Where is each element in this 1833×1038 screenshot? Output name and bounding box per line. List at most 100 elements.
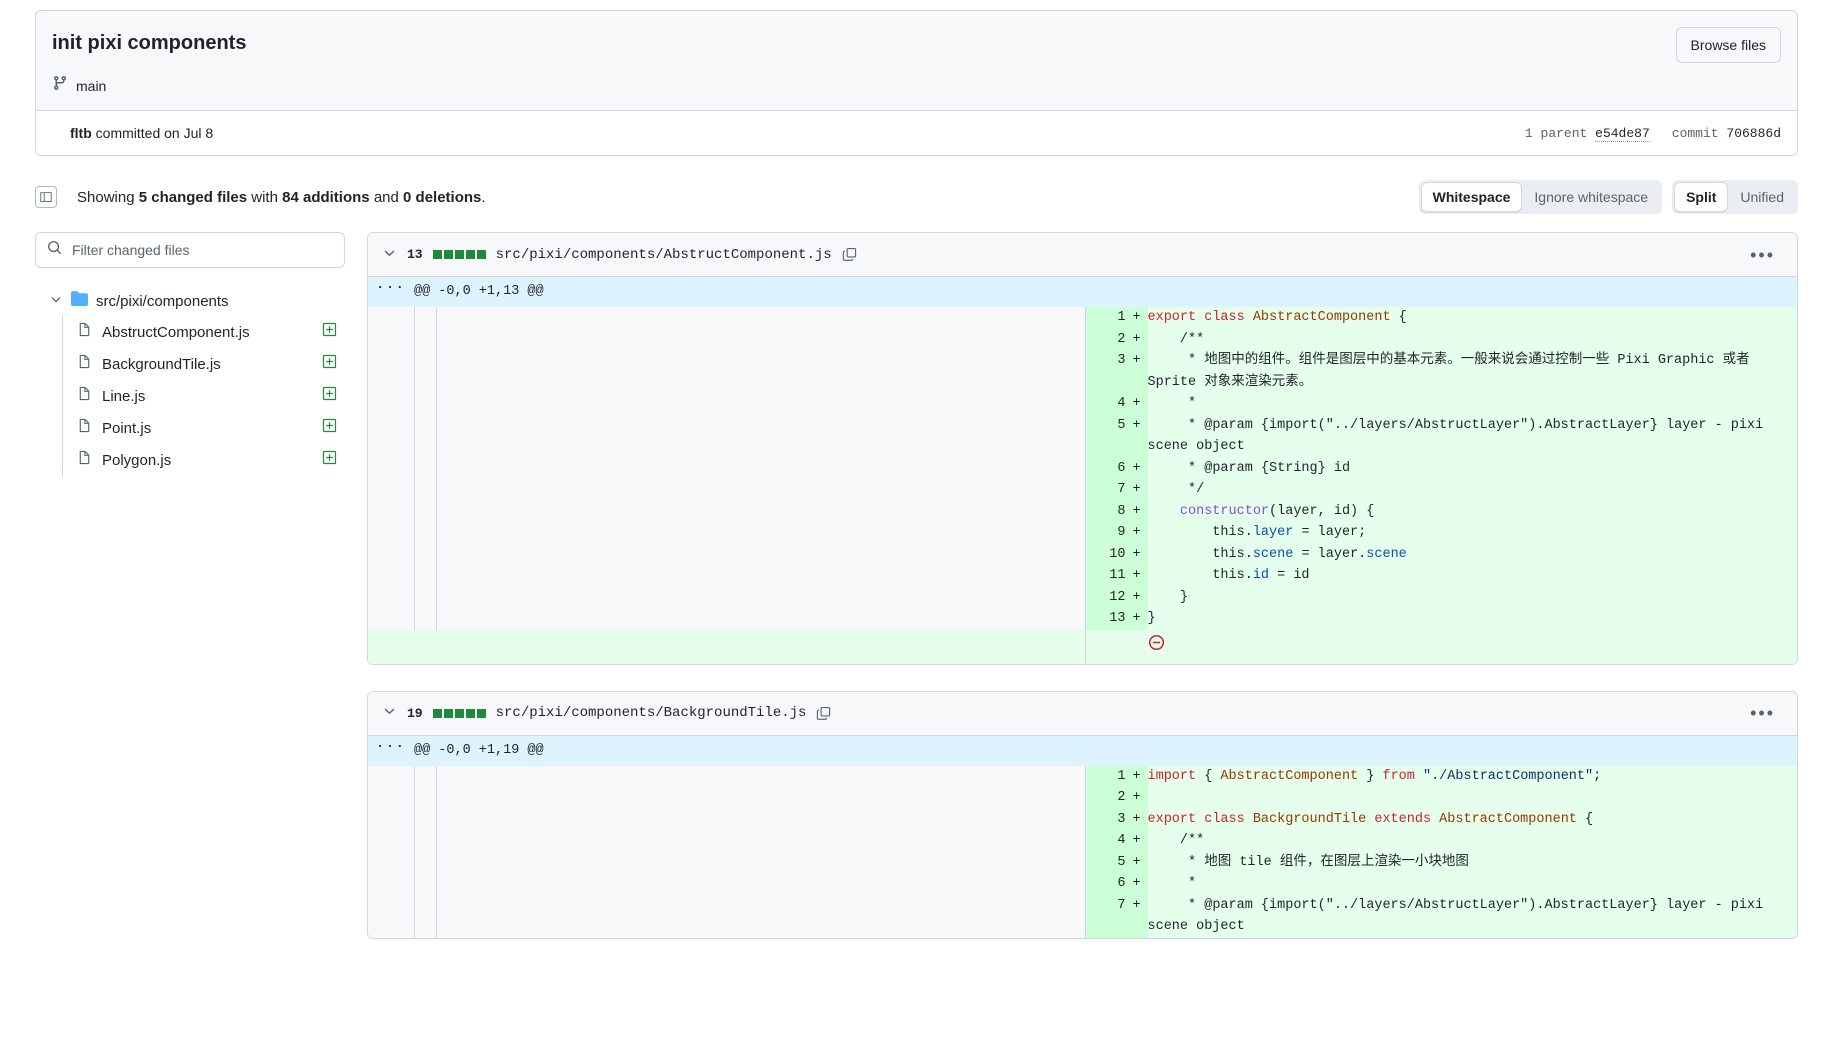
tab-unified[interactable]: Unified bbox=[1728, 182, 1796, 212]
left-pane-blank bbox=[436, 414, 1086, 458]
left-pane-blank bbox=[368, 830, 415, 852]
commit-hash[interactable]: 706886d bbox=[1726, 126, 1781, 141]
copy-icon[interactable] bbox=[816, 706, 831, 721]
diff-table: ... @@ -0,0 +1,19 @@ 1 + import { Abstra… bbox=[368, 735, 1797, 938]
left-pane-blank bbox=[436, 500, 1086, 522]
diff-body: src/pixi/components AbstructComponent.js bbox=[35, 232, 1798, 965]
branch-name[interactable]: main bbox=[76, 78, 106, 94]
line-code[interactable]: * 地图 tile 组件，在图层上渲染一小块地图 bbox=[1147, 851, 1797, 873]
line-number: 1 bbox=[1085, 765, 1126, 787]
and-text: and bbox=[373, 188, 399, 206]
chevron-down-icon[interactable] bbox=[49, 292, 63, 311]
line-code[interactable]: export class BackgroundTile extends Abst… bbox=[1147, 808, 1797, 830]
kebab-menu-icon[interactable]: ••• bbox=[1742, 704, 1783, 722]
hunk-range: @@ -0,0 +1,13 @@ bbox=[414, 277, 1797, 307]
filter-changed-files-box[interactable] bbox=[35, 232, 345, 268]
tree-file-polygon[interactable]: Polygon.js bbox=[63, 444, 345, 476]
diff-file-path: src/pixi/components/AbstructComponent.js bbox=[495, 246, 832, 263]
left-pane-blank bbox=[368, 894, 415, 938]
left-pane-blank bbox=[368, 393, 415, 415]
left-pane-blank bbox=[436, 851, 1086, 873]
line-code[interactable]: constructor(layer, id) { bbox=[1147, 500, 1797, 522]
line-code[interactable]: this.scene = layer.scene bbox=[1147, 543, 1797, 565]
line-sign: + bbox=[1125, 479, 1148, 501]
left-pane-blank bbox=[436, 307, 1086, 329]
left-pane-blank bbox=[414, 328, 437, 350]
left-pane-blank bbox=[368, 565, 415, 587]
chevron-down-icon[interactable] bbox=[382, 703, 397, 723]
period: . bbox=[481, 188, 486, 206]
view-segmented-control: Split Unified bbox=[1672, 180, 1798, 214]
line-number: 10 bbox=[1085, 543, 1126, 565]
diff-file-abstructcomponent: 13 src/pixi/components/AbstructComponent… bbox=[367, 232, 1798, 665]
diff-row: 12 + } bbox=[368, 586, 1797, 608]
tree-file-backgroundtile[interactable]: BackgroundTile.js bbox=[63, 348, 345, 380]
line-code[interactable]: * @param {import("../layers/AbstructLaye… bbox=[1147, 894, 1797, 938]
chevron-down-icon[interactable] bbox=[382, 245, 397, 265]
whitespace-segmented-control: Whitespace Ignore whitespace bbox=[1418, 180, 1663, 214]
left-pane-blank bbox=[436, 522, 1086, 544]
line-number: 3 bbox=[1085, 350, 1126, 393]
line-code[interactable]: * @param {String} id bbox=[1147, 457, 1797, 479]
tree-file-point[interactable]: Point.js bbox=[63, 412, 345, 444]
left-pane-blank bbox=[436, 894, 1086, 938]
diff-file-header: 19 src/pixi/components/BackgroundTile.js… bbox=[368, 691, 1797, 736]
line-code[interactable]: */ bbox=[1147, 479, 1797, 501]
line-number: 11 bbox=[1085, 565, 1126, 587]
line-code[interactable]: * bbox=[1147, 393, 1797, 415]
line-number: 1 bbox=[1085, 307, 1126, 329]
diff-row: 13 + } bbox=[368, 608, 1797, 630]
line-code[interactable] bbox=[1147, 787, 1797, 809]
line-code[interactable]: import { AbstractComponent } from "./Abs… bbox=[1147, 765, 1797, 787]
diff-change-count: 13 bbox=[407, 247, 423, 262]
left-pane-blank bbox=[414, 414, 437, 458]
file-icon bbox=[77, 450, 92, 470]
hunk-expander[interactable]: ... bbox=[368, 735, 414, 766]
hunk-expander[interactable]: ... bbox=[368, 277, 414, 307]
tree-file-line[interactable]: Line.js bbox=[63, 380, 345, 412]
copy-icon[interactable] bbox=[842, 247, 857, 262]
left-pane-blank bbox=[414, 586, 437, 608]
line-code[interactable]: * @param {import("../layers/AbstructLaye… bbox=[1147, 414, 1797, 458]
line-code[interactable]: * bbox=[1147, 873, 1797, 895]
changed-files-count: 5 changed files bbox=[138, 188, 248, 206]
tree-file-abstructcomponent[interactable]: AbstructComponent.js bbox=[63, 316, 345, 348]
sidebar-toggle-icon[interactable] bbox=[35, 186, 57, 208]
line-code[interactable]: /** bbox=[1147, 830, 1797, 852]
diffstat-bar bbox=[432, 250, 486, 259]
left-pane-blank bbox=[414, 787, 437, 809]
left-pane-blank bbox=[436, 350, 1086, 393]
commit-author[interactable]: fltb bbox=[70, 125, 92, 141]
tree-file-name: AbstructComponent.js bbox=[102, 323, 250, 341]
showing-prefix: Showing bbox=[77, 188, 135, 206]
diff-row: 7 + * @param {import("../layers/Abstruct… bbox=[368, 894, 1797, 938]
line-code[interactable]: } bbox=[1147, 586, 1797, 608]
line-number: 5 bbox=[1085, 414, 1126, 458]
line-code[interactable]: this.layer = layer; bbox=[1147, 522, 1797, 544]
diff-change-count: 19 bbox=[407, 705, 423, 721]
line-sign: + bbox=[1125, 873, 1148, 895]
kebab-menu-icon[interactable]: ••• bbox=[1742, 246, 1783, 264]
line-code[interactable]: export class AbstractComponent { bbox=[1147, 307, 1797, 329]
tree-folder-row[interactable]: src/pixi/components bbox=[35, 286, 345, 316]
diff-row: 7 + */ bbox=[368, 479, 1797, 501]
browse-files-button[interactable]: Browse files bbox=[1675, 27, 1781, 63]
tab-whitespace[interactable]: Whitespace bbox=[1420, 182, 1523, 212]
line-code[interactable]: this.id = id bbox=[1147, 565, 1797, 587]
added-badge-icon bbox=[322, 386, 337, 406]
tab-ignore-whitespace[interactable]: Ignore whitespace bbox=[1522, 182, 1660, 212]
line-code[interactable]: * 地图中的组件。组件是图层中的基本元素。一般来说会通过控制一些 Pixi Gr… bbox=[1147, 350, 1797, 393]
left-pane-blank bbox=[414, 765, 437, 787]
diff-row: 2 + /** bbox=[368, 328, 1797, 350]
line-number: 4 bbox=[1085, 830, 1126, 852]
parent-hash[interactable]: e54de87 bbox=[1595, 125, 1650, 142]
left-pane-blank bbox=[436, 565, 1086, 587]
diff-row: 9 + this.layer = layer; bbox=[368, 522, 1797, 544]
diff-list: 13 src/pixi/components/AbstructComponent… bbox=[367, 232, 1798, 965]
left-pane-blank bbox=[414, 830, 437, 852]
line-code[interactable]: /** bbox=[1147, 328, 1797, 350]
line-code[interactable]: } bbox=[1147, 608, 1797, 630]
search-input[interactable] bbox=[70, 241, 333, 259]
tab-split[interactable]: Split bbox=[1674, 182, 1729, 212]
diff-row: 6 + * @param {String} id bbox=[368, 457, 1797, 479]
